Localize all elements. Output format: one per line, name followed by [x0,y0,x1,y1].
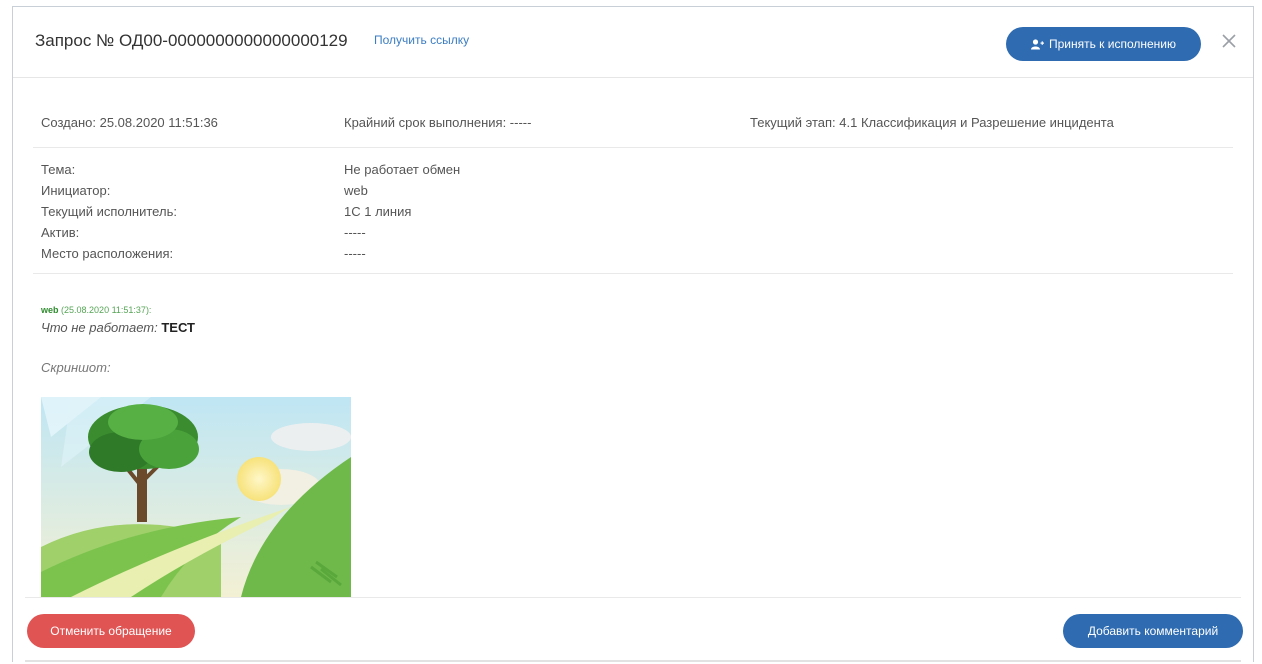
comment-author-name: web [41,305,59,315]
comment-timestamp: (25.08.2020 11:51:37): [61,305,152,315]
created-date: Создано: 25.08.2020 11:51:36 [41,115,218,130]
close-icon[interactable] [1219,31,1239,51]
bottom-divider [25,660,1241,662]
comment-question: Что не работает: [41,320,158,335]
deadline: Крайний срок выполнения: ----- [344,115,532,130]
details-block: Тема: Не работает обмен Инициатор: web Т… [33,157,1233,274]
location-label: Место расположения: [41,246,174,261]
footer-divider [25,597,1241,598]
comment-author: web (25.08.2020 11:51:37): [41,305,151,315]
meta-row: Создано: 25.08.2020 11:51:36 Крайний сро… [33,101,1233,148]
asset-value: ----- [344,225,366,240]
location-value: ----- [344,246,366,261]
accept-button-label: Принять к исполнению [1048,37,1177,51]
comment-text: Что не работает: ТЕСТ [41,320,195,335]
topic-label: Тема: [41,162,76,177]
accept-button[interactable]: Принять к исполнению [1006,27,1201,61]
initiator-label: Инициатор: [41,183,111,198]
page-title: Запрос № ОД00-0000000000000000129 [35,31,348,50]
initiator-value: web [344,183,368,198]
get-link-link[interactable]: Получить ссылку [374,33,469,47]
request-modal: Запрос № ОД00-0000000000000000129 Получи… [12,6,1254,662]
screenshot-label: Скриншот: [41,360,111,375]
screenshot-image[interactable] [41,397,351,597]
cancel-request-button[interactable]: Отменить обращение [27,614,195,648]
executor-value: 1С 1 линия [344,204,412,219]
user-plus-icon [1030,38,1044,49]
asset-label: Актив: [41,225,80,240]
executor-label: Текущий исполнитель: [41,204,177,219]
modal-header: Запрос № ОД00-0000000000000000129 Получи… [13,7,1253,78]
topic-value: Не работает обмен [344,162,461,177]
current-stage: Текущий этап: 4.1 Классификация и Разреш… [750,115,1114,130]
add-comment-button[interactable]: Добавить комментарий [1063,614,1243,648]
comment-answer: ТЕСТ [161,320,195,335]
